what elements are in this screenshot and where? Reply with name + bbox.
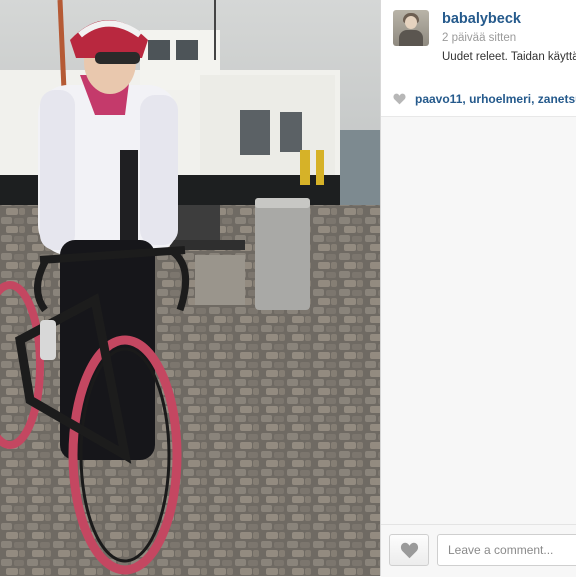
liker-separator: , (462, 92, 466, 106)
likes-row: paavo11, urhoelmeri, zanetsu (381, 82, 576, 117)
post-sidebar: babalybeck 2 päivää sitten Uudet releet.… (380, 0, 576, 577)
username-link[interactable]: babalybeck (442, 11, 521, 27)
avatar-face (405, 16, 417, 29)
avatar-body (399, 30, 423, 46)
post-header: babalybeck 2 päivää sitten Uudet releet.… (381, 0, 576, 83)
comment-bar (381, 524, 576, 577)
comment-input[interactable] (437, 534, 576, 566)
liker-separator: , (531, 92, 535, 106)
post-timestamp[interactable]: 2 päivää sitten (442, 32, 516, 44)
liker-link[interactable]: zanetsu (538, 92, 576, 106)
post-photo-image (0, 0, 380, 576)
liker-link[interactable]: urhoelmeri (469, 92, 531, 106)
likers-list: paavo11, urhoelmeri, zanetsu (415, 92, 576, 106)
heart-icon (393, 93, 406, 105)
heart-icon (400, 542, 419, 559)
like-button[interactable] (389, 534, 429, 566)
post-photo[interactable] (0, 0, 380, 576)
avatar[interactable] (393, 10, 429, 46)
post-caption: Uudet releet. Taidan käyttää (442, 51, 576, 63)
liker-link[interactable]: paavo11 (415, 92, 462, 106)
